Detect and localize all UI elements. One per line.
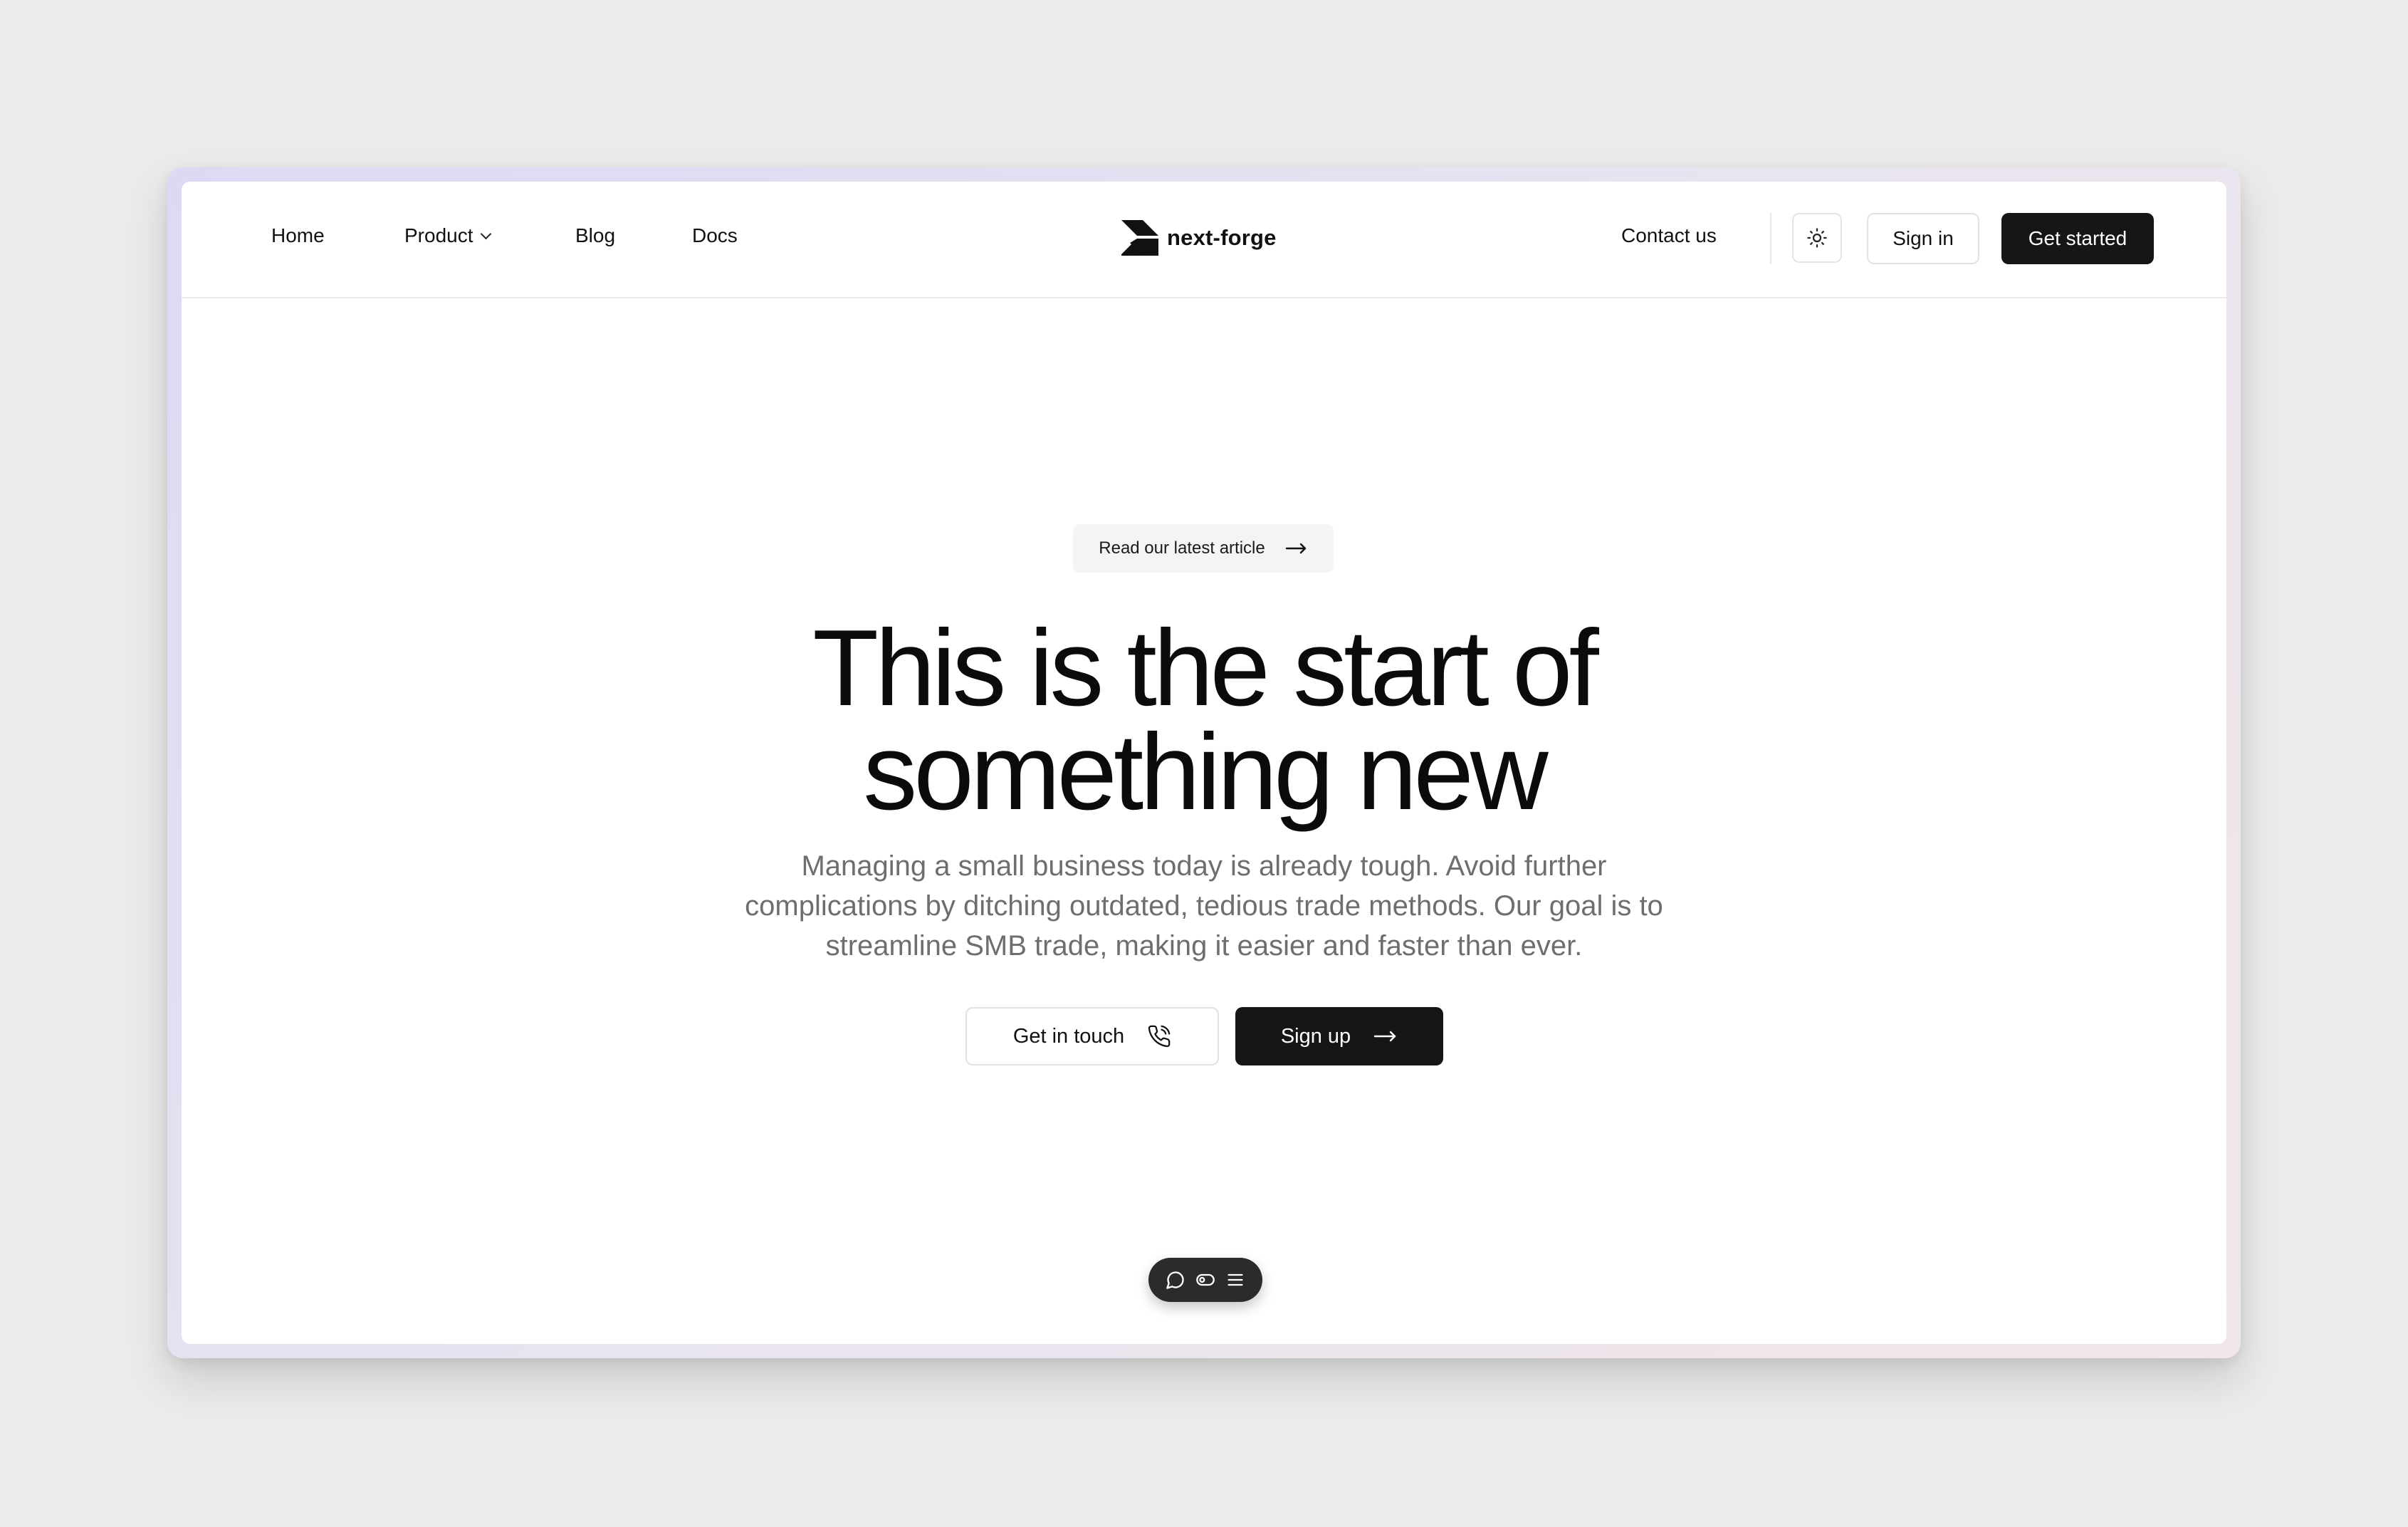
nav-product-label: Product (404, 224, 473, 246)
theme-toggle-button[interactable] (1792, 213, 1842, 263)
next-forge-logo-icon (1121, 220, 1158, 256)
site-header: Home Product Blog Docs next-forge Contac… (182, 182, 2226, 298)
hero-headline-line-2: something new (863, 712, 1548, 833)
get-in-touch-label: Get in touch (1012, 1024, 1125, 1048)
nav-blog[interactable]: Blog (575, 222, 615, 250)
floating-toolbar (1148, 1258, 1262, 1302)
arrow-right-icon (1285, 543, 1308, 554)
browser-frame: Home Product Blog Docs next-forge Contac… (167, 167, 2241, 1358)
brand-logo[interactable]: next-forge (1121, 220, 1277, 256)
nav-product[interactable]: Product (404, 222, 491, 250)
get-in-touch-button[interactable]: Get in touch (965, 1007, 1219, 1065)
comment-icon[interactable] (1166, 1270, 1185, 1290)
menu-icon[interactable] (1225, 1270, 1245, 1290)
toggle-icon[interactable] (1195, 1270, 1215, 1290)
hero-headline-line-1: This is the start of (812, 608, 1599, 729)
phone-call-icon (1147, 1024, 1171, 1048)
latest-article-pill[interactable]: Read our latest article (1073, 524, 1334, 573)
latest-article-label: Read our latest article (1099, 538, 1265, 558)
nav-home[interactable]: Home (271, 222, 325, 250)
get-started-button[interactable]: Get started (2001, 213, 2154, 264)
sign-in-button[interactable]: Sign in (1867, 213, 1979, 264)
brand-name: next-forge (1167, 225, 1277, 250)
arrow-right-icon (1373, 1030, 1398, 1043)
hero-headline: This is the start of something new (182, 614, 2226, 826)
chevron-down-icon (480, 228, 491, 240)
sun-icon (1807, 228, 1827, 248)
nav-docs[interactable]: Docs (692, 222, 738, 250)
hero-description: Managing a small business today is alrea… (745, 850, 1663, 961)
sign-up-label: Sign up (1280, 1024, 1351, 1048)
header-divider (1770, 213, 1771, 264)
sign-up-button[interactable]: Sign up (1235, 1007, 1443, 1065)
contact-us-link[interactable]: Contact us (1621, 222, 1717, 250)
app-window: Home Product Blog Docs next-forge Contac… (182, 182, 2226, 1344)
